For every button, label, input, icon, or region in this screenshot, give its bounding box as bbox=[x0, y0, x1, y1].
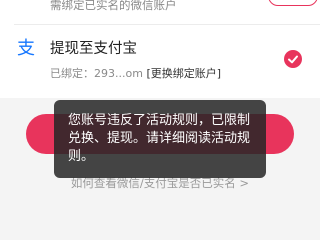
bound-label: 已绑定： bbox=[50, 67, 94, 80]
alipay-option-title[interactable]: 提现至支付宝 bbox=[50, 37, 137, 58]
change-account-link[interactable]: [更换绑定账户] bbox=[146, 67, 221, 80]
wechat-hint-text: 需绑定已实名的微信账户 bbox=[50, 0, 177, 12]
toast-message: 您账号违反了活动规则，已限制兑换、提现。请详细阅读活动规则。 bbox=[54, 100, 266, 178]
alipay-icon: 支 bbox=[14, 35, 38, 59]
svg-text:支: 支 bbox=[17, 38, 35, 59]
wechat-bind-button[interactable] bbox=[268, 0, 318, 6]
divider bbox=[14, 24, 320, 25]
payout-method-card: 需绑定已实名的微信账户 支 提现至支付宝 已绑定：293...om [更换绑定账… bbox=[0, 0, 320, 98]
selected-check-icon[interactable] bbox=[284, 50, 302, 68]
alipay-bound-account: 已绑定：293...om [更换绑定账户] bbox=[50, 65, 221, 81]
bound-account-value: 293...om bbox=[94, 67, 143, 80]
